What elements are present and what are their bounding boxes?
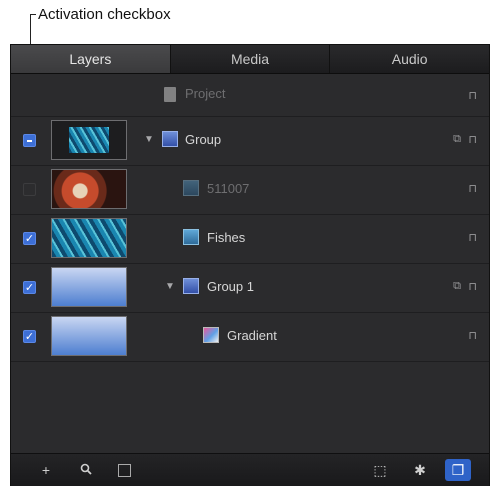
tab-bar: Layers Media Audio [11, 45, 489, 74]
layer-row-group[interactable]: ▼ Group ⧉ ⊓ [11, 117, 489, 166]
layer-thumbnail-toggle-icon[interactable] [111, 459, 137, 481]
group-icon [162, 131, 178, 147]
project-icon [164, 87, 176, 102]
layer-row-group-1[interactable]: ✓ ▼ Group 1 ⧉ ⊓ [11, 264, 489, 313]
layer-list: Project ⊓ ▼ Group ⧉ ⊓ 511007 ⊓ ✓ Fishes [11, 73, 489, 362]
gradient-icon [203, 327, 219, 343]
activation-checkbox-fishes[interactable]: ✓ [23, 232, 36, 245]
layer-label-gradient: Gradient [227, 328, 277, 343]
lock-icon[interactable]: ⊓ [468, 231, 477, 244]
layer-thumbnail-fishes [51, 218, 127, 258]
gear-icon[interactable]: ✱ [407, 459, 433, 481]
layer-label-project: Project [185, 86, 226, 101]
layer-label-fishes: Fishes [207, 230, 246, 245]
search-icon[interactable] [73, 459, 99, 481]
activation-checkbox-gradient[interactable]: ✓ [23, 330, 36, 343]
layer-label-511007: 511007 [207, 181, 250, 196]
add-icon[interactable]: + [33, 459, 59, 481]
disclosure-triangle-icon[interactable]: ▼ [165, 281, 175, 292]
layer-row-project[interactable]: Project ⊓ [11, 73, 489, 117]
image-layer-icon [183, 229, 199, 245]
activation-checkbox-callout: Activation checkbox [38, 6, 171, 23]
image-layer-icon [183, 180, 199, 196]
layer-row-gradient[interactable]: ✓ Gradient ⊓ [11, 313, 489, 362]
stack-icon[interactable]: ⧉ [453, 133, 461, 146]
stack-icon[interactable]: ⧉ [453, 280, 461, 293]
activation-checkbox-group[interactable] [23, 134, 36, 147]
layer-row-fishes[interactable]: ✓ Fishes ⊓ [11, 215, 489, 264]
magnifier-icon [80, 463, 92, 475]
layer-label-group: Group [185, 132, 222, 147]
activation-checkbox-group-1[interactable]: ✓ [23, 281, 36, 294]
activation-checkbox-511007[interactable] [23, 183, 36, 196]
disclosure-triangle-icon[interactable]: ▼ [144, 134, 154, 145]
layers-panel: Layers Media Audio Project ⊓ ▼ Group ⧉ ⊓… [10, 44, 490, 486]
layer-thumbnail-group-1 [51, 267, 127, 307]
lock-icon[interactable]: ⊓ [468, 280, 477, 293]
layer-thumbnail-511007 [51, 169, 127, 209]
lock-icon[interactable]: ⊓ [468, 89, 477, 102]
lock-icon[interactable]: ⊓ [468, 133, 477, 146]
layers-view-icon[interactable]: ❐ [445, 459, 471, 481]
tab-layers[interactable]: Layers [11, 45, 171, 73]
mask-icon[interactable]: ⬚ [367, 459, 393, 481]
lock-icon[interactable]: ⊓ [468, 182, 477, 195]
tab-media[interactable]: Media [171, 45, 331, 73]
layer-thumbnail-group [51, 120, 127, 160]
layer-label-group-1: Group 1 [207, 279, 254, 294]
tab-audio[interactable]: Audio [330, 45, 489, 73]
group-icon [183, 278, 199, 294]
layers-toolbar: + ⬚ ✱ ❐ [11, 453, 489, 486]
lock-icon[interactable]: ⊓ [468, 329, 477, 342]
layer-row-511007[interactable]: 511007 ⊓ [11, 166, 489, 215]
layer-thumbnail-gradient [51, 316, 127, 356]
